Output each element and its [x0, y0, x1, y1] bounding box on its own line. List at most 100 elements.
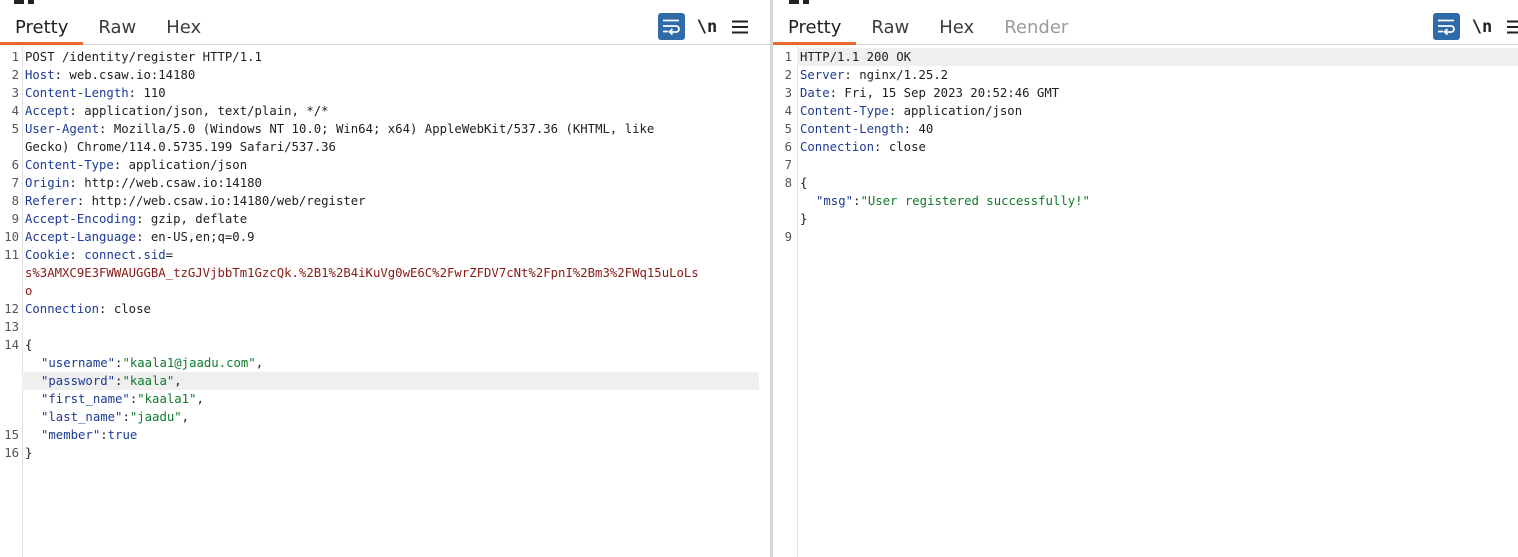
tab-hex[interactable]: Hex — [924, 13, 989, 45]
json-key: "member" — [41, 428, 101, 442]
json-brace: { — [25, 338, 33, 352]
json-string-value: "User registered successfully!" — [860, 194, 1090, 208]
line-number: 12 — [4, 302, 19, 316]
header-name: Cookie — [25, 248, 70, 262]
json-string-value: "kaala1@jaadu.com" — [122, 356, 256, 370]
code-line: 5 User-Agent: Mozilla/5.0 (Windows NT 10… — [0, 120, 770, 138]
newline-icon[interactable]: \n — [1470, 13, 1494, 40]
code-line: 6 Connection: close — [773, 138, 1518, 156]
line-number: 6 — [784, 140, 792, 154]
code-line: 6 Content-Type: application/json — [0, 156, 770, 174]
line-number: 10 — [4, 230, 19, 244]
json-brace: } — [25, 446, 33, 460]
code-line: 3 Date: Fri, 15 Sep 2023 20:52:46 GMT — [773, 84, 1518, 102]
code-line: 10 Accept-Language: en-US,en;q=0.9 — [0, 228, 770, 246]
code-line: 3 Content-Length: 110 — [0, 84, 770, 102]
header-name: Server — [800, 68, 845, 82]
header-name: Host — [25, 68, 55, 82]
header-name: Connection — [25, 302, 100, 316]
code-line: 11 Cookie: connect.sid= — [0, 246, 770, 264]
header-value: application/json — [121, 158, 248, 172]
code-line: 5 Content-Length: 40 — [773, 120, 1518, 138]
json-brace: { — [800, 176, 808, 190]
code-line: 1 HTTP/1.1 200 OK — [773, 48, 1518, 66]
tab-render[interactable]: Render — [989, 13, 1083, 45]
code-line: 9 Accept-Encoding: gzip, deflate — [0, 210, 770, 228]
tab-pretty[interactable]: Pretty — [0, 13, 84, 45]
header-value: 40 — [911, 122, 934, 136]
header-value: 110 — [136, 86, 166, 100]
newline-icon[interactable]: \n — [695, 13, 719, 40]
json-key: "password" — [41, 374, 116, 388]
header-name: Accept-Language — [25, 230, 137, 244]
header-value: close — [881, 140, 926, 154]
header-name: Connection — [800, 140, 875, 154]
code-line: "first_name":"kaala1", — [41, 392, 204, 406]
line-number: 8 — [784, 176, 792, 190]
response-view-tabs: Pretty Raw Hex Render — [773, 13, 1083, 45]
status-line: HTTP/1.1 200 OK — [800, 50, 912, 64]
code-line: 13 — [0, 318, 770, 336]
code-line: 7 — [773, 156, 1518, 174]
line-number: 2 — [11, 68, 19, 82]
code-line-wrapped: s%3AMXC9E3FWWAUGGBA_tzGJVjbbTm1GzcQk.%2B… — [0, 264, 770, 282]
header-name: Accept — [25, 104, 70, 118]
json-brace: } — [800, 212, 808, 226]
line-number: 9 — [11, 212, 19, 226]
code-line: 4 Accept: application/json, text/plain, … — [0, 102, 770, 120]
code-line: 16 } — [0, 444, 770, 462]
line-number: 7 — [11, 176, 19, 190]
code-line: "username":"kaala1@jaadu.com", — [41, 356, 264, 370]
code-line: 4 Content-Type: application/json — [773, 102, 1518, 120]
header-value: http://web.csaw.io:14180 — [76, 176, 262, 190]
json-string-value: "kaala" — [122, 374, 175, 388]
code-line: 9 — [773, 228, 1518, 246]
code-line: 8 { — [773, 174, 1518, 192]
request-editor[interactable]: 1 POST /identity/register HTTP/1.1 2 Hos… — [0, 46, 770, 557]
line-number: 1 — [784, 50, 792, 64]
request-tool-icons: \n — [658, 13, 751, 40]
tab-hex[interactable]: Hex — [151, 13, 216, 45]
line-number: 1 — [11, 50, 19, 64]
line-number: 8 — [11, 194, 19, 208]
header-value: close — [106, 302, 151, 316]
hamburger-menu-icon[interactable] — [1504, 13, 1518, 40]
header-value: application/json, text/plain, */* — [76, 104, 329, 118]
request-line: POST /identity/register HTTP/1.1 — [25, 50, 262, 64]
code-line: 8 Referer: http://web.csaw.io:14180/web/… — [0, 192, 770, 210]
code-line: 12 Connection: close — [0, 300, 770, 318]
header-value: http://web.csaw.io:14180/web/register — [84, 194, 366, 208]
code-line: "msg":"User registered successfully!" — [816, 194, 1090, 208]
tab-raw[interactable]: Raw — [856, 13, 924, 45]
request-view-tabs: Pretty Raw Hex — [0, 13, 216, 45]
header-name: User-Agent — [25, 122, 100, 136]
line-number: 14 — [4, 338, 19, 352]
header-value: Fri, 15 Sep 2023 20:52:46 GMT — [837, 86, 1060, 100]
tab-pretty[interactable]: Pretty — [773, 13, 857, 45]
response-toolbar: Pretty Raw Hex Render \n — [773, 0, 1518, 45]
json-key: "username" — [41, 356, 116, 370]
wrap-lines-icon[interactable] — [1433, 13, 1460, 40]
header-name: Content-Type — [800, 104, 889, 118]
line-number: 6 — [11, 158, 19, 172]
code-line: "last_name":"jaadu", — [41, 410, 190, 424]
code-line: 7 Origin: http://web.csaw.io:14180 — [0, 174, 770, 192]
tab-raw[interactable]: Raw — [83, 13, 151, 45]
json-key: "last_name" — [41, 410, 123, 424]
response-editor[interactable]: 1 HTTP/1.1 200 OK 2 Server: nginx/1.25.2… — [773, 46, 1518, 557]
wrap-lines-icon[interactable] — [658, 13, 685, 40]
cookie-value-continuation: o — [25, 284, 33, 298]
code-line-wrapped: o — [0, 282, 770, 300]
line-number: 9 — [784, 230, 792, 244]
header-name: Referer — [25, 194, 77, 208]
line-number: 11 — [4, 248, 19, 262]
header-value: gzip, deflate — [143, 212, 248, 226]
code-line: 1 POST /identity/register HTTP/1.1 — [0, 48, 770, 66]
line-number: 15 — [4, 428, 19, 442]
response-tool-icons: \n — [1433, 13, 1518, 40]
hamburger-menu-icon[interactable] — [729, 13, 751, 40]
json-key: "msg" — [816, 194, 854, 208]
response-pane: Pretty Raw Hex Render \n 1 HTTP/1.1 200 … — [773, 0, 1518, 557]
header-name: Date — [800, 86, 830, 100]
header-value-continuation: Gecko) Chrome/114.0.5735.199 Safari/537.… — [25, 140, 336, 154]
